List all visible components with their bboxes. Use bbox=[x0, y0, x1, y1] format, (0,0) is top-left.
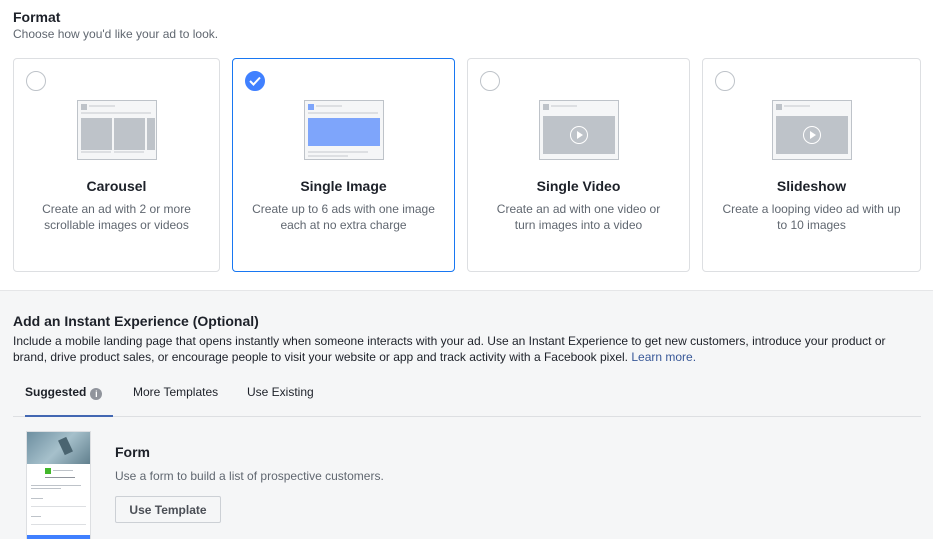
slideshow-radio[interactable] bbox=[715, 71, 735, 91]
single-image-preview-icon bbox=[303, 100, 384, 160]
instant-description-text: Include a mobile landing page that opens… bbox=[13, 334, 886, 364]
carousel-preview-icon bbox=[76, 100, 157, 160]
template-tabs: Suggested i More Templates Use Existing bbox=[13, 375, 921, 417]
carousel-radio[interactable] bbox=[26, 71, 46, 91]
slideshow-preview-icon bbox=[771, 100, 852, 160]
card-title: Carousel bbox=[86, 178, 147, 194]
format-title: Format bbox=[13, 9, 61, 25]
tab-use-existing[interactable]: Use Existing bbox=[247, 385, 314, 417]
info-icon[interactable]: i bbox=[90, 388, 103, 400]
format-card-slideshow[interactable]: Slideshow Create a looping video ad with… bbox=[702, 58, 921, 272]
play-icon bbox=[569, 126, 588, 144]
instant-experience-title: Add an Instant Experience (Optional) bbox=[13, 313, 259, 329]
tab-suggested[interactable]: Suggested i bbox=[25, 385, 113, 417]
format-header: Format Choose how you'd like your ad to … bbox=[13, 9, 218, 42]
card-title: Single Video bbox=[536, 178, 621, 194]
template-title: Form bbox=[115, 444, 150, 460]
single-video-preview-icon bbox=[538, 100, 619, 160]
card-description: Create an ad with one video or turn imag… bbox=[496, 202, 661, 232]
checkmark-icon bbox=[249, 76, 261, 86]
play-icon bbox=[802, 126, 821, 144]
instant-experience-description: Include a mobile landing page that opens… bbox=[13, 333, 913, 365]
card-description: Create up to 6 ads with one image each a… bbox=[252, 202, 435, 232]
use-template-button[interactable]: Use Template bbox=[115, 496, 221, 523]
card-description: Create an ad with 2 or more scrollable i… bbox=[42, 202, 191, 232]
single-image-radio[interactable] bbox=[245, 71, 265, 91]
template-description: Use a form to build a list of prospectiv… bbox=[115, 469, 384, 483]
single-video-radio[interactable] bbox=[480, 71, 500, 91]
card-description: Create a looping video ad with up to 10 … bbox=[722, 202, 901, 232]
tab-label: Suggested bbox=[25, 385, 87, 399]
instant-experience-section: Add an Instant Experience (Optional) Inc… bbox=[0, 290, 933, 539]
tab-label: Use Existing bbox=[247, 385, 314, 399]
format-card-single-video[interactable]: Single Video Create an ad with one video… bbox=[467, 58, 690, 272]
format-card-carousel[interactable]: Carousel Create an ad with 2 or more scr… bbox=[13, 58, 220, 272]
format-card-single-image[interactable]: Single Image Create up to 6 ads with one… bbox=[232, 58, 455, 272]
card-title: Slideshow bbox=[776, 178, 847, 194]
format-subtitle: Choose how you'd like your ad to look. bbox=[13, 27, 219, 41]
form-template-thumbnail bbox=[26, 431, 91, 539]
tab-label: More Templates bbox=[133, 385, 219, 399]
tab-more-templates[interactable]: More Templates bbox=[133, 385, 218, 417]
learn-more-link[interactable]: Learn more. bbox=[631, 350, 696, 364]
card-title: Single Image bbox=[300, 178, 387, 194]
